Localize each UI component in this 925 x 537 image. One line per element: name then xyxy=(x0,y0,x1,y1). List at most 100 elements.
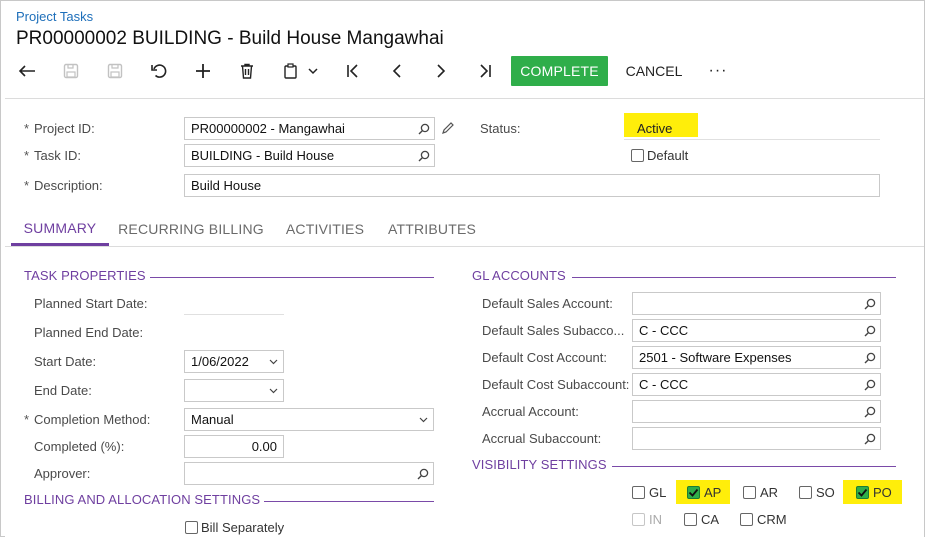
completion-method-value: Manual xyxy=(191,412,234,427)
default-label: Default xyxy=(647,148,689,163)
first-record-icon[interactable] xyxy=(338,56,368,86)
approver-label: Approver: xyxy=(34,466,91,481)
planned-end-label: Planned End Date: xyxy=(34,325,144,340)
default-cost-subaccount-field[interactable]: C - CCC xyxy=(632,373,881,396)
approver-field[interactable] xyxy=(184,462,434,485)
visibility-po-label: PO xyxy=(873,485,892,500)
tab-divider xyxy=(5,246,924,247)
default-checkbox[interactable] xyxy=(631,149,644,162)
billing-settings-title: BILLING AND ALLOCATION SETTINGS xyxy=(24,492,261,507)
ap-highlight xyxy=(676,480,730,504)
next-record-icon[interactable] xyxy=(426,56,456,86)
visibility-gl-checkbox[interactable] xyxy=(632,486,645,499)
project-id-field[interactable]: PR00000002 - Mangawhai xyxy=(184,117,435,140)
visibility-in-checkbox xyxy=(632,513,645,526)
save-icon[interactable] xyxy=(100,56,130,86)
last-record-icon[interactable] xyxy=(470,56,500,86)
status-label: Status: xyxy=(480,121,521,136)
status-underline xyxy=(624,139,880,140)
page-title: PR00000002 BUILDING - Build House Mangaw… xyxy=(16,28,444,49)
cancel-button[interactable]: CANCEL xyxy=(618,56,690,86)
visibility-so-checkbox[interactable] xyxy=(799,486,812,499)
gl-accounts-title: GL ACCOUNTS xyxy=(472,268,566,283)
checkmark-icon xyxy=(688,488,699,497)
start-date-field[interactable]: 1/06/2022 xyxy=(184,350,284,373)
section-divider xyxy=(572,277,896,278)
accrual-subaccount-field[interactable] xyxy=(632,427,881,450)
default-cost-account-value: 2501 - Software Expenses xyxy=(639,350,792,365)
completed-field[interactable]: 0.00 xyxy=(184,435,284,458)
more-actions-button[interactable]: ··· xyxy=(702,56,734,86)
visibility-settings-title: VISIBILITY SETTINGS xyxy=(472,457,607,472)
search-icon[interactable] xyxy=(860,293,880,314)
tab-recurring-billing[interactable]: RECURRING BILLING xyxy=(116,212,266,246)
tab-activities[interactable]: ACTIVITIES xyxy=(280,212,370,246)
visibility-po-checkbox[interactable] xyxy=(856,486,869,499)
tab-summary[interactable]: SUMMARY xyxy=(11,212,109,246)
end-date-label: End Date: xyxy=(34,383,92,398)
project-id-value: PR00000002 - Mangawhai xyxy=(191,121,345,136)
visibility-ar-checkbox[interactable] xyxy=(743,486,756,499)
chevron-down-icon[interactable] xyxy=(413,409,433,430)
search-icon[interactable] xyxy=(860,320,880,341)
add-icon[interactable] xyxy=(188,56,218,86)
chevron-down-icon[interactable] xyxy=(302,56,324,86)
description-field[interactable]: Build House xyxy=(184,174,880,197)
visibility-ar-label: AR xyxy=(760,485,779,500)
planned-start-label: Planned Start Date: xyxy=(34,296,148,311)
completion-method-label: Completion Method: xyxy=(24,412,150,427)
previous-record-icon[interactable] xyxy=(382,56,412,86)
breadcrumb[interactable]: Project Tasks xyxy=(16,9,93,24)
save-close-icon[interactable] xyxy=(56,56,86,86)
accrual-account-field[interactable] xyxy=(632,400,881,423)
undo-back-icon[interactable] xyxy=(12,56,42,86)
bill-separately-checkbox[interactable] xyxy=(185,521,198,534)
search-icon[interactable] xyxy=(414,118,434,139)
complete-button[interactable]: COMPLETE xyxy=(511,56,608,86)
chevron-down-icon[interactable] xyxy=(263,351,283,372)
completed-value: 0.00 xyxy=(251,439,277,454)
start-date-value: 1/06/2022 xyxy=(191,354,249,369)
search-icon[interactable] xyxy=(860,374,880,395)
section-divider xyxy=(264,501,434,502)
default-cost-subaccount-label: Default Cost Subaccount: xyxy=(482,377,630,392)
completion-method-select[interactable]: Manual xyxy=(184,408,434,431)
description-value: Build House xyxy=(191,178,262,193)
planned-start-value xyxy=(184,314,284,315)
completed-label: Completed (%): xyxy=(34,439,125,454)
tab-attributes[interactable]: ATTRIBUTES xyxy=(384,212,480,246)
visibility-gl-label: GL xyxy=(649,485,667,500)
default-cost-account-field[interactable]: 2501 - Software Expenses xyxy=(632,346,881,369)
search-icon[interactable] xyxy=(860,401,880,422)
default-cost-subaccount-value: C - CCC xyxy=(639,377,689,392)
visibility-ca-label: CA xyxy=(701,512,720,527)
form-area xyxy=(5,98,924,537)
search-icon[interactable] xyxy=(860,428,880,449)
description-label: Description: xyxy=(24,178,103,193)
edit-pencil-icon[interactable] xyxy=(441,121,457,137)
default-sales-subaccount-value: C - CCC xyxy=(639,323,689,338)
bill-separately-label: Bill Separately xyxy=(201,520,285,535)
accrual-subaccount-label: Accrual Subaccount: xyxy=(482,431,602,446)
section-divider xyxy=(150,277,434,278)
visibility-in-label: IN xyxy=(649,512,662,527)
chevron-down-icon[interactable] xyxy=(263,380,283,401)
visibility-so-label: SO xyxy=(816,485,835,500)
search-icon[interactable] xyxy=(413,463,433,484)
delete-icon[interactable] xyxy=(232,56,262,86)
search-icon[interactable] xyxy=(860,347,880,368)
visibility-crm-label: CRM xyxy=(757,512,787,527)
visibility-ap-checkbox[interactable] xyxy=(687,486,700,499)
task-id-field[interactable]: BUILDING - Build House xyxy=(184,144,435,167)
default-sales-subaccount-field[interactable]: C - CCC xyxy=(632,319,881,342)
end-date-field[interactable] xyxy=(184,379,284,402)
default-sales-account-field[interactable] xyxy=(632,292,881,315)
visibility-crm-checkbox[interactable] xyxy=(740,513,753,526)
search-icon[interactable] xyxy=(414,145,434,166)
accrual-account-label: Accrual Account: xyxy=(482,404,579,419)
task-id-value: BUILDING - Build House xyxy=(191,148,335,163)
visibility-ca-checkbox[interactable] xyxy=(684,513,697,526)
status-value: Active xyxy=(637,121,673,136)
task-properties-title: TASK PROPERTIES xyxy=(24,268,146,283)
revert-icon[interactable] xyxy=(144,56,174,86)
